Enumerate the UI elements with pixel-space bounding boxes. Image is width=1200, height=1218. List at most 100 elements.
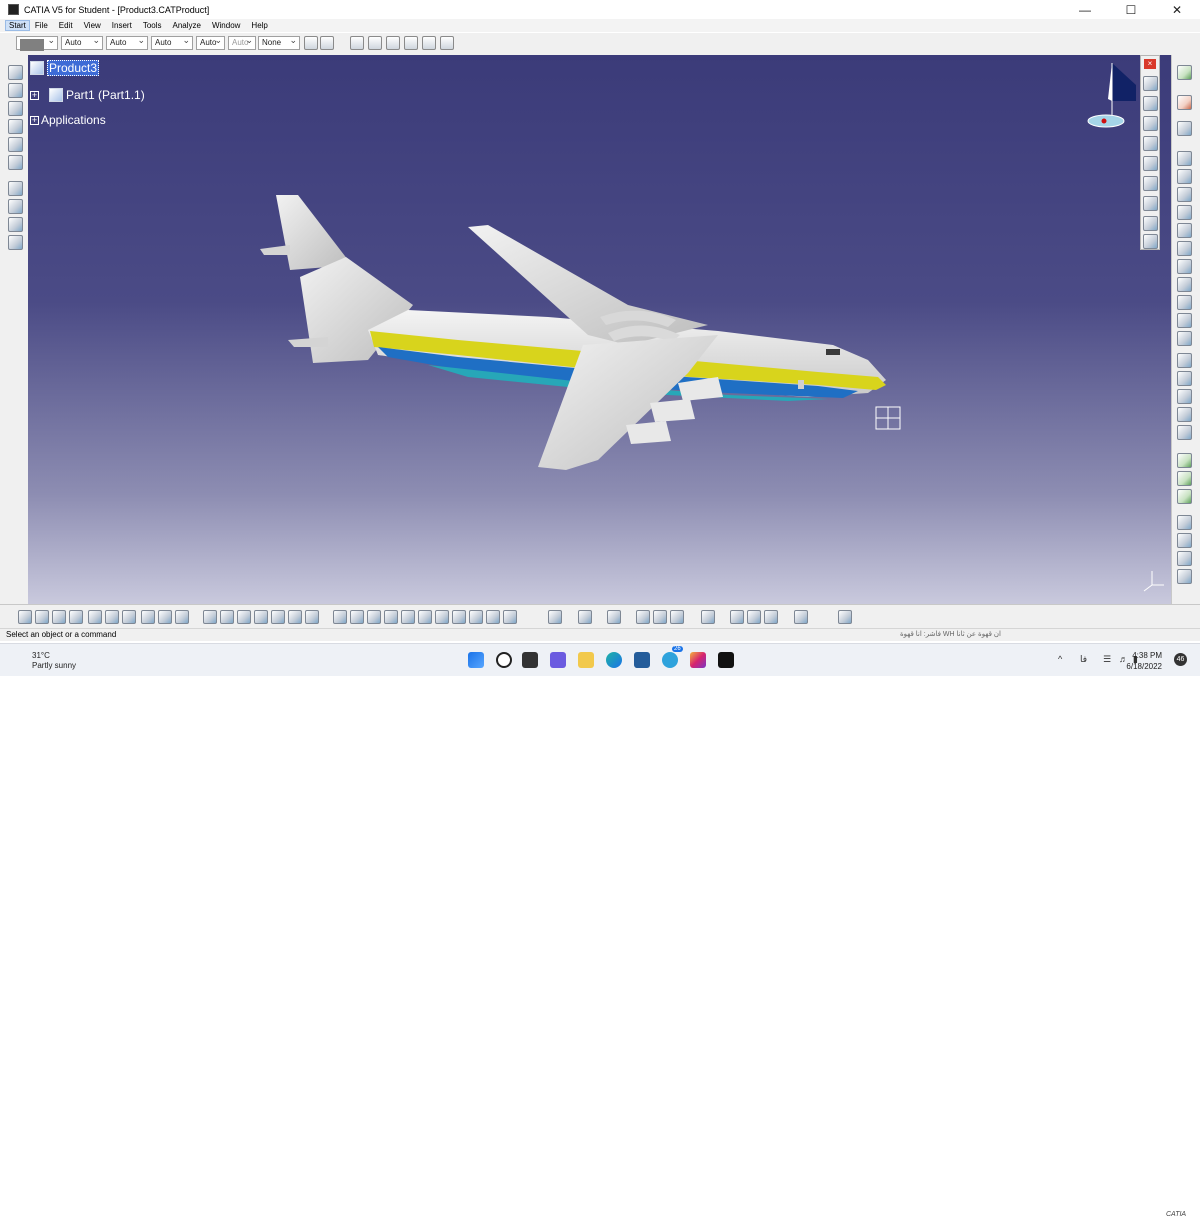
web-icon[interactable] [764,610,778,624]
zoom-out-icon[interactable] [418,610,432,624]
scene-icon[interactable] [1177,453,1192,468]
change-constraint-icon[interactable] [1143,216,1158,231]
filter-icon[interactable] [404,36,418,50]
snap-icon[interactable] [653,610,667,624]
scene-icon[interactable] [701,610,715,624]
rendering-style-combo[interactable]: Auto [228,34,256,50]
whats-this-icon[interactable] [175,610,189,624]
existing-component-icon[interactable] [8,137,23,152]
cut-icon[interactable] [88,610,102,624]
minimize-button[interactable]: — [1062,0,1108,19]
3d-viewport[interactable]: Product3 + Part1 (Part1.1) + Application… [28,55,1172,604]
clash-icon[interactable] [1177,353,1192,368]
command-input-text[interactable]: فاشر: انا قهوة WH ان قهوة عن ثانا [900,629,1001,640]
swap-visible-icon[interactable] [350,36,364,50]
chat-icon[interactable] [550,652,566,668]
grid-icon[interactable] [794,610,808,624]
layer-combo[interactable]: None [258,34,300,50]
search-icon[interactable] [440,36,454,50]
angle-icon[interactable] [1177,187,1192,202]
explode-icon[interactable] [670,610,684,624]
replace-component-icon[interactable] [8,155,23,170]
update-icon[interactable] [607,610,621,624]
contact-icon[interactable] [1177,151,1192,166]
fit-all-icon[interactable] [350,610,364,624]
shading-icon[interactable] [469,610,483,624]
stop-manipulate-icon[interactable] [1143,136,1158,151]
reuse-pattern-icon[interactable] [1143,234,1158,249]
assembly-constraints-icon[interactable] [1177,65,1192,80]
language-indicator[interactable]: فا [1080,654,1087,665]
paste-icon[interactable] [122,610,136,624]
menu-view[interactable]: View [79,21,107,30]
menu-help[interactable]: Help [246,21,273,30]
graph-tree-reordering-icon[interactable] [8,181,23,196]
text-icon[interactable] [1177,489,1192,504]
menu-edit[interactable]: Edit [54,21,79,30]
normal-view-icon[interactable] [435,610,449,624]
tree-label-part[interactable]: Part1 (Part1.1) [66,88,145,102]
update-icon[interactable] [1143,196,1158,211]
knowledge-advisor-icon[interactable] [838,610,852,624]
point-symbol-combo[interactable]: Auto [196,34,225,50]
hide-show-icon[interactable] [486,610,500,624]
law-icon[interactable] [305,610,319,624]
constraint-icon[interactable] [1143,156,1158,171]
sectioning-icon[interactable] [1177,313,1192,328]
instagram-icon[interactable] [690,652,706,668]
task-view-icon[interactable] [522,652,538,668]
fix-component-icon[interactable] [1177,205,1192,220]
camera-icon[interactable] [578,610,592,624]
measure-item-icon[interactable] [1177,389,1192,404]
tree-node-product[interactable]: Product3 [30,60,100,76]
maximize-button[interactable]: ☐ [1108,0,1154,19]
publish-icon[interactable] [747,610,761,624]
offset-icon[interactable] [1177,169,1192,184]
start-icon[interactable] [468,652,484,668]
expand-icon[interactable]: + [30,115,39,125]
copy-icon[interactable] [105,610,119,624]
compass[interactable] [1087,63,1136,128]
file-explorer-icon[interactable] [578,652,594,668]
tree-label-product[interactable]: Product3 [47,60,100,76]
reuse-pattern-icon[interactable] [1177,295,1192,310]
hide-show-icon[interactable] [368,36,382,50]
move-icon[interactable] [636,610,650,624]
fix-icon[interactable] [1143,176,1158,191]
manipulation-icon[interactable] [1177,95,1192,110]
menu-file[interactable]: File [30,21,54,30]
measure-icon[interactable] [422,36,436,50]
system-clock[interactable]: 4:38 PM 6/18/2022 [1126,650,1162,672]
tree-node-applications[interactable]: + Applications [30,113,106,127]
move-icon[interactable] [1143,76,1158,91]
chevron-up-icon[interactable]: ^ [1058,654,1062,664]
new-product-icon[interactable] [8,101,23,116]
save-icon[interactable] [52,610,66,624]
formula-icon[interactable] [203,610,217,624]
fix-together-icon[interactable] [1177,223,1192,238]
new-part-icon[interactable] [8,119,23,134]
close-icon[interactable]: × [1144,59,1156,69]
menu-insert[interactable]: Insert [107,21,138,30]
menu-analyze[interactable]: Analyze [168,21,207,30]
swap-visible-space-icon[interactable] [503,610,517,624]
explode-icon[interactable] [1143,116,1158,131]
transparency-combo[interactable]: Auto [61,34,103,50]
bill-of-material-icon[interactable] [730,610,744,624]
macro-icon[interactable] [237,610,251,624]
new-icon[interactable] [18,610,32,624]
generate-numbering-icon[interactable] [8,199,23,214]
axis-system-icon[interactable] [1177,569,1192,584]
telegram-icon[interactable]: 26 [662,646,683,668]
wifi-icon[interactable]: ☰ [1103,654,1111,665]
undo-icon[interactable] [141,610,155,624]
iso-view-icon[interactable] [452,610,466,624]
zoom-in-icon[interactable] [401,610,415,624]
product-structure-icon[interactable] [8,65,23,80]
view-annotation-icon[interactable] [1177,533,1192,548]
rotate-icon[interactable] [384,610,398,624]
redo-icon[interactable] [158,610,172,624]
flexible-subassembly-icon[interactable] [1177,259,1192,274]
catalog-icon[interactable] [271,610,285,624]
design-table-icon[interactable] [254,610,268,624]
